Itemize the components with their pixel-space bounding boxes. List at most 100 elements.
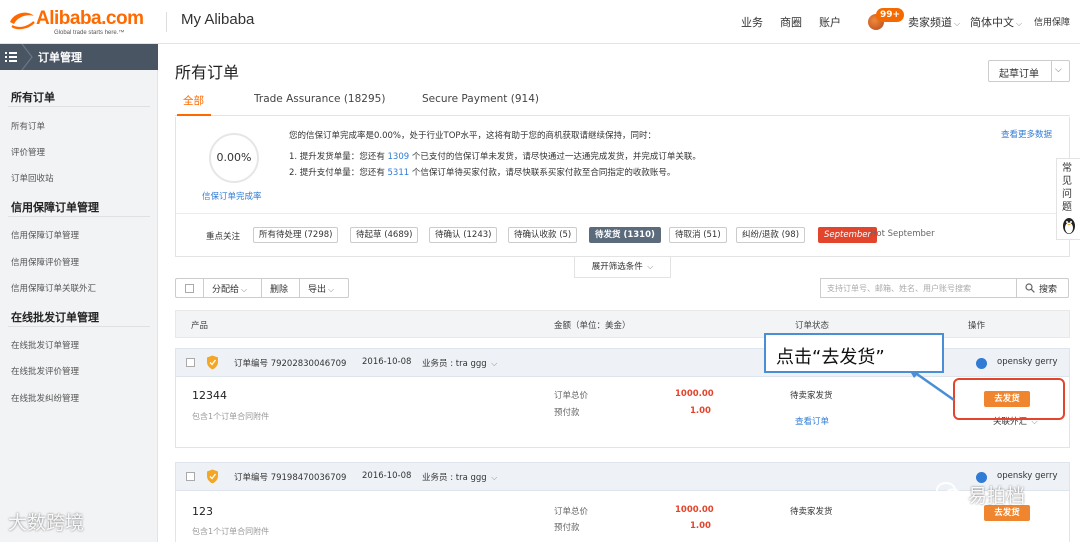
watermark-left: 大数跨境 bbox=[8, 512, 85, 534]
sidebar-title: 订单管理 bbox=[38, 51, 82, 64]
order-total-value: 1000.00 bbox=[675, 389, 714, 399]
chip-all-pending[interactable]: 所有待处理 (7298) bbox=[253, 227, 339, 243]
order-checkbox[interactable] bbox=[186, 358, 195, 367]
nav-account[interactable]: 账户 bbox=[819, 14, 841, 30]
search-input[interactable] bbox=[821, 279, 1015, 297]
callout-text: 点击“去发货” bbox=[776, 347, 885, 368]
order-tabs: 全部 Trade Assurance (18295) Secure Paymen… bbox=[175, 86, 1070, 116]
ship-button-highlight bbox=[953, 378, 1065, 420]
sidebar-item-wholesale-disputes[interactable]: 在线批发纠纷管理 bbox=[11, 392, 79, 404]
chip-to-draft[interactable]: 待起草 (4689) bbox=[350, 227, 419, 243]
column-status: 订单状态 bbox=[795, 321, 830, 331]
trade-assurance-link[interactable]: 信用保障 bbox=[1034, 15, 1070, 28]
sidebar-item-ta-forex[interactable]: 信用保障订单关联外汇 bbox=[11, 282, 96, 294]
chip-disputes[interactable]: 纠纷/退款 (98) bbox=[736, 227, 806, 243]
chip-to-confirm-payment[interactable]: 待确认收款 (5) bbox=[508, 227, 578, 243]
promo-label[interactable]: Hot September bbox=[870, 229, 935, 239]
chevron-down-icon: ⌵ bbox=[328, 285, 335, 294]
faq-widget[interactable]: 常见问题 bbox=[1056, 158, 1080, 240]
draft-order-label: 起草订单 bbox=[999, 69, 1039, 80]
export-button[interactable]: 导出 ⌵ bbox=[308, 282, 334, 295]
logo-text: Alibaba.com bbox=[36, 8, 144, 29]
tab-trade-assurance[interactable]: Trade Assurance (18295) bbox=[254, 93, 385, 105]
order-number: 订单编号 79198470036709 bbox=[234, 473, 347, 483]
sidebar-item-ta-orders[interactable]: 信用保障订单管理 bbox=[11, 229, 79, 241]
select-all-checkbox[interactable] bbox=[185, 284, 194, 293]
chevron-down-icon: ⌵ bbox=[488, 359, 498, 368]
callout-arrow-icon bbox=[908, 368, 955, 402]
sidebar-item-ta-reviews[interactable]: 信用保障评价管理 bbox=[11, 256, 79, 268]
stats-panel: 0.00% 信保订单完成率 您的信保订单完成率是0.00%，处于行业TOP水平，… bbox=[175, 117, 1070, 257]
tip-text: 2. 提升支付单量：您还有 bbox=[289, 168, 388, 178]
product-attachment-note: 包含1个订单合同附件 bbox=[192, 412, 270, 421]
wechat-icon bbox=[936, 482, 961, 502]
search-field bbox=[820, 278, 1016, 298]
sidebar-divider bbox=[8, 216, 150, 217]
seller-channel-menu[interactable]: 卖家频道 ⌵ bbox=[908, 14, 960, 30]
expand-filters-button[interactable]: 展开筛选条件 ⌵ bbox=[574, 257, 671, 278]
sidebar-section-wholesale[interactable]: 在线批发订单管理 bbox=[11, 309, 99, 325]
salesperson-menu[interactable]: 业务员 : tra ggg ⌵ bbox=[422, 471, 497, 483]
seller-channel-label: 卖家频道 bbox=[908, 16, 952, 29]
nav-business[interactable]: 业务 bbox=[741, 14, 763, 30]
order-checkbox[interactable] bbox=[186, 472, 195, 481]
chevron-right-icon bbox=[21, 44, 33, 70]
toolbar-divider bbox=[203, 279, 204, 297]
toolbar-divider bbox=[261, 279, 262, 297]
chevron-down-icon: ⌵ bbox=[644, 262, 654, 271]
sidebar-item-all-orders[interactable]: 所有订单 bbox=[11, 120, 45, 132]
chip-to-cancel[interactable]: 待取消 (51) bbox=[669, 227, 727, 243]
sidebar-item-reviews[interactable]: 评价管理 bbox=[11, 146, 45, 158]
language-menu[interactable]: 简体中文 ⌵ bbox=[970, 14, 1022, 30]
sidebar-item-wholesale-reviews[interactable]: 在线批发评价管理 bbox=[11, 365, 79, 377]
search-icon bbox=[1025, 283, 1035, 293]
trade-assurance-shield-icon bbox=[207, 355, 218, 370]
product-name[interactable]: 12344 bbox=[192, 389, 227, 402]
chevron-down-icon: ⌵ bbox=[488, 473, 498, 482]
sidebar-section-all-orders[interactable]: 所有订单 bbox=[11, 89, 55, 105]
assign-button[interactable]: 分配给 ⌵ bbox=[212, 282, 247, 295]
header-divider bbox=[166, 12, 167, 32]
order-status: 待卖家发货 bbox=[790, 391, 833, 401]
sidebar-header[interactable]: 订单管理 bbox=[0, 44, 158, 70]
tip-text: 个信保订单待买家付款，请尽快联系买家付款至合同指定的收款账号。 bbox=[409, 168, 676, 178]
sidebar-divider bbox=[8, 326, 150, 327]
nav-circle[interactable]: 商圈 bbox=[780, 14, 802, 30]
seller-name[interactable]: opensky gerry bbox=[997, 357, 1058, 367]
bulk-toolbar: 分配给 ⌵ 删除 导出 ⌵ bbox=[175, 278, 349, 298]
search-button[interactable]: 搜索 bbox=[1016, 278, 1069, 298]
app-title[interactable]: My Alibaba bbox=[181, 11, 254, 28]
prepay-value: 1.00 bbox=[690, 406, 711, 416]
seller-name[interactable]: opensky gerry bbox=[997, 471, 1058, 481]
sidebar-item-wholesale-orders[interactable]: 在线批发订单管理 bbox=[11, 339, 79, 351]
chip-to-ship[interactable]: 待发货 (1310) bbox=[589, 227, 661, 243]
salesperson-label: 业务员 : tra ggg bbox=[422, 473, 487, 483]
salesperson-menu[interactable]: 业务员 : tra ggg ⌵ bbox=[422, 357, 497, 369]
tab-all[interactable]: 全部 bbox=[183, 93, 204, 108]
seller-avatar bbox=[976, 358, 987, 369]
column-product: 产品 bbox=[191, 321, 209, 331]
top-bar: Alibaba.com Global trade starts here.™ M… bbox=[0, 0, 1080, 44]
stats-message: 您的信保订单完成率是0.00%，处于行业TOP水平，这将有助于您的商机获取请继续… bbox=[289, 131, 657, 141]
promo-badge[interactable]: September bbox=[818, 227, 877, 243]
delete-button[interactable]: 删除 bbox=[270, 282, 288, 295]
unpaid-count-link[interactable]: 5311 bbox=[388, 168, 410, 178]
salesperson-label: 业务员 : tra ggg bbox=[422, 359, 487, 369]
sidebar-item-recycle-bin[interactable]: 订单回收站 bbox=[11, 172, 54, 184]
more-data-link[interactable]: 查看更多数据 bbox=[1001, 128, 1052, 140]
unshipped-count-link[interactable]: 1309 bbox=[388, 152, 410, 162]
chevron-down-icon: ⌵ bbox=[1016, 19, 1023, 28]
alibaba-logo[interactable]: Alibaba.com Global trade starts here.™ bbox=[8, 8, 158, 36]
chip-to-confirm[interactable]: 待确认 (1243) bbox=[429, 227, 498, 243]
view-order-link[interactable]: 查看订单 bbox=[795, 415, 829, 427]
completion-rate-label[interactable]: 信保订单完成率 bbox=[202, 190, 262, 202]
sidebar-section-ta-orders[interactable]: 信用保障订单管理 bbox=[11, 199, 99, 215]
sidebar: 订单管理 所有订单 所有订单 评价管理 订单回收站 信用保障订单管理 信用保障订… bbox=[0, 44, 158, 542]
chevron-down-icon[interactable]: ⌵ bbox=[1055, 65, 1062, 75]
product-name[interactable]: 123 bbox=[192, 505, 213, 518]
completion-rate-value: 0.00% bbox=[216, 151, 252, 164]
tab-secure-payment[interactable]: Secure Payment (914) bbox=[422, 93, 539, 105]
prepay-value: 1.00 bbox=[690, 521, 711, 531]
draft-order-button[interactable]: 起草订单 ⌵ bbox=[988, 60, 1070, 82]
order-date: 2016-10-08 bbox=[362, 471, 412, 481]
